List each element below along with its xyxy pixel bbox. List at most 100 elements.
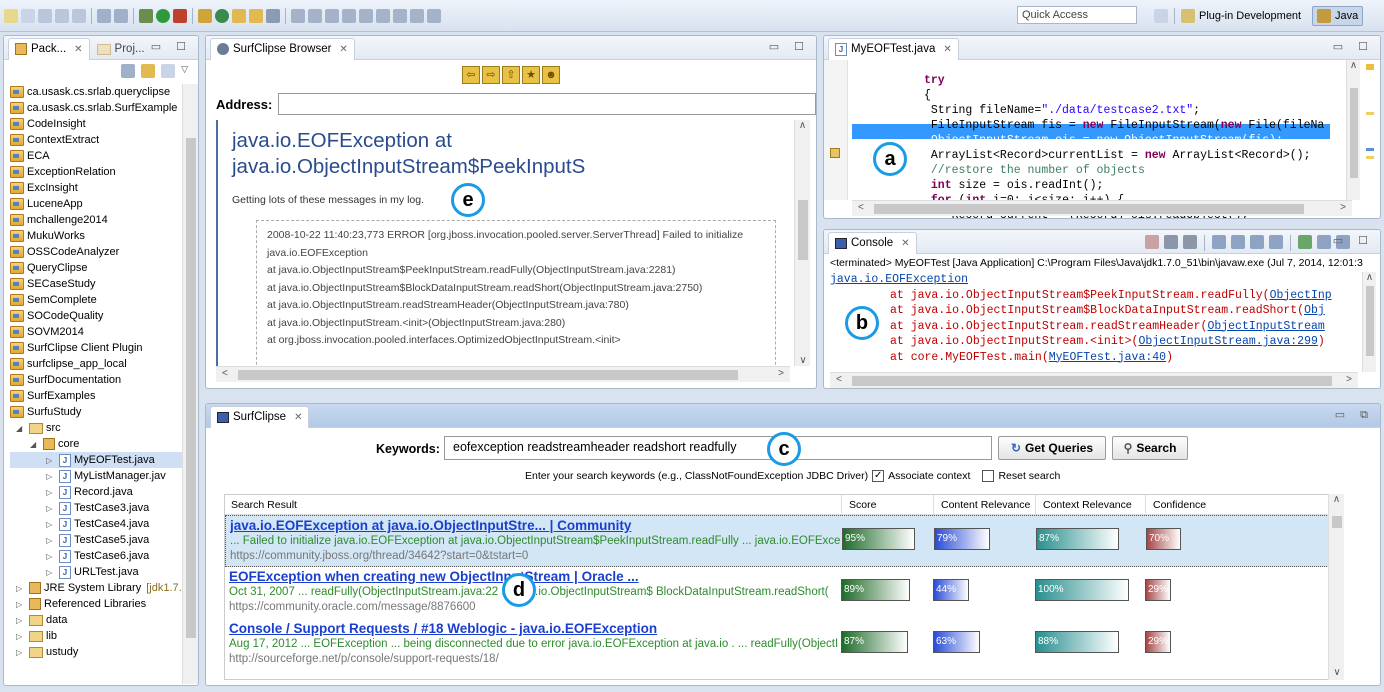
minimize-restore-icon[interactable]: ▭ ⧉ bbox=[1335, 408, 1374, 422]
java-file[interactable]: ▷ J MyEOFTest.java bbox=[10, 452, 198, 468]
expand-icon[interactable]: ▷ bbox=[16, 600, 26, 609]
scroll-right-icon[interactable]: > bbox=[1346, 374, 1352, 385]
tab-myeoftest-java[interactable]: J MyEOFTest.java ✕ bbox=[828, 37, 959, 60]
frame-link[interactable]: ObjectInputStream.java:299 bbox=[1138, 335, 1317, 348]
scroll-up-icon[interactable]: ∧ bbox=[795, 120, 810, 131]
open-type-icon[interactable] bbox=[232, 9, 246, 23]
search-button[interactable]: ⚲ Search bbox=[1112, 436, 1188, 460]
tab-surfclipse[interactable]: SurfClipse ✕ bbox=[210, 405, 310, 428]
jre-library[interactable]: ▷ JRE System Library [jdk1.7. bbox=[10, 580, 198, 596]
core-package[interactable]: ◢ core bbox=[10, 436, 198, 452]
expand-icon[interactable]: ▷ bbox=[16, 632, 26, 641]
java-file[interactable]: ▷ J TestCase5.java bbox=[10, 532, 198, 548]
browser-vscroll[interactable]: ∧ ∨ bbox=[794, 120, 810, 366]
next-annotation-icon[interactable] bbox=[359, 9, 373, 23]
search-icon[interactable] bbox=[266, 9, 280, 23]
frame-link[interactable]: ObjectInp bbox=[1270, 289, 1332, 302]
tab-project-explorer[interactable]: Proj... bbox=[90, 38, 152, 60]
expand-icon[interactable]: ▷ bbox=[46, 536, 56, 545]
smiley-icon[interactable]: ☻ bbox=[542, 66, 560, 84]
bookmark-icon[interactable]: ★ bbox=[522, 66, 540, 84]
show-stderr-icon[interactable] bbox=[1269, 235, 1283, 249]
back-icon[interactable]: ⇦ bbox=[462, 66, 480, 84]
view-menu-icon[interactable]: ▽ bbox=[181, 64, 188, 80]
java-file[interactable]: ▷ J MyListManager.jav bbox=[10, 468, 198, 484]
tab-surfclipse-browser[interactable]: SurfClipse Browser ✕ bbox=[210, 37, 355, 60]
project-item[interactable]: ExceptionRelation bbox=[10, 164, 198, 180]
referenced-libraries[interactable]: ▷ Referenced Libraries bbox=[10, 596, 198, 612]
terminate-icon[interactable] bbox=[1145, 235, 1159, 249]
project-item[interactable]: SECaseStudy bbox=[10, 276, 198, 292]
src-folder[interactable]: ◢ src bbox=[10, 420, 198, 436]
open-task-icon[interactable] bbox=[249, 9, 263, 23]
save-icon[interactable] bbox=[38, 9, 52, 23]
project-item[interactable]: surfclipse_app_local bbox=[10, 356, 198, 372]
keywords-input[interactable]: eofexception readstreamheader readshort … bbox=[444, 436, 992, 460]
scroll-down-icon[interactable]: ∨ bbox=[795, 355, 811, 366]
code-area[interactable]: try { String fileName="./data/testcase2.… bbox=[924, 58, 1324, 218]
result-row[interactable]: java.io.EOFException at java.io.ObjectIn… bbox=[225, 515, 1343, 567]
scrollbar-thumb[interactable] bbox=[1332, 516, 1342, 528]
clear-console-icon[interactable] bbox=[1212, 235, 1226, 249]
perspective-java[interactable]: Java bbox=[1312, 6, 1364, 26]
console-output[interactable]: java.io.EOFException at java.io.ObjectInp… bbox=[830, 272, 1350, 365]
remove-launch-icon[interactable] bbox=[1164, 235, 1178, 249]
result-title-link[interactable]: Console / Support Requests / #18 Weblogi… bbox=[229, 621, 845, 636]
editor-hscroll[interactable]: < > bbox=[852, 200, 1352, 216]
browser-hscroll[interactable]: < > bbox=[216, 366, 790, 382]
project-item[interactable]: OSSCodeAnalyzer bbox=[10, 244, 198, 260]
forward-icon[interactable]: ⇨ bbox=[482, 66, 500, 84]
minimize-maximize-icon[interactable]: ▭ ☐ bbox=[151, 40, 192, 53]
java-file[interactable]: ▷ J URLTest.java bbox=[10, 564, 198, 580]
scroll-lock-icon[interactable] bbox=[1231, 235, 1245, 249]
result-row[interactable]: Console / Support Requests / #18 Weblogi… bbox=[225, 619, 1343, 671]
save-all-icon[interactable] bbox=[55, 9, 69, 23]
open-perspective-icon[interactable] bbox=[1154, 9, 1168, 23]
scrollbar-thumb[interactable] bbox=[852, 376, 1332, 386]
link-editor-icon[interactable] bbox=[141, 64, 156, 78]
result-row[interactable]: EOFException when creating new ObjectInp… bbox=[225, 567, 1343, 619]
scroll-up-icon[interactable]: ∧ bbox=[1363, 272, 1376, 283]
project-item[interactable]: SurfuStudy bbox=[10, 404, 198, 420]
expand-icon[interactable]: ▷ bbox=[16, 584, 26, 593]
project-item[interactable]: ca.usask.cs.srlab.queryclipse bbox=[10, 84, 198, 100]
project-item[interactable]: SOCodeQuality bbox=[10, 308, 198, 324]
scrollbar-thumb[interactable] bbox=[1350, 88, 1358, 178]
column-header[interactable]: Search Result bbox=[231, 499, 297, 511]
scroll-left-icon[interactable]: < bbox=[858, 202, 864, 213]
folder-item[interactable]: ▷ data bbox=[10, 612, 198, 628]
result-title-link[interactable]: EOFException when creating new ObjectInp… bbox=[229, 569, 845, 584]
block-select-icon[interactable] bbox=[342, 9, 356, 23]
get-queries-button[interactable]: ↻ Get Queries bbox=[998, 436, 1106, 460]
run-icon[interactable] bbox=[156, 9, 170, 23]
new-class-icon[interactable] bbox=[215, 9, 229, 23]
results-vscroll[interactable]: ∧ ∨ bbox=[1328, 494, 1344, 680]
java-file[interactable]: ▷ J TestCase6.java bbox=[10, 548, 198, 564]
project-item[interactable]: SurfExamples bbox=[10, 388, 198, 404]
tab-package-explorer[interactable]: Pack... ✕ bbox=[8, 37, 90, 60]
forward-icon[interactable] bbox=[410, 9, 424, 23]
editor-vscroll[interactable]: ∧ bbox=[1346, 60, 1360, 200]
expand-icon[interactable]: ◢ bbox=[16, 424, 26, 433]
console-hscroll[interactable]: < > bbox=[830, 372, 1358, 388]
pin-editor-icon[interactable] bbox=[427, 9, 441, 23]
scrollbar-thumb[interactable] bbox=[238, 370, 738, 380]
expand-icon[interactable]: ▷ bbox=[46, 504, 56, 513]
binary-icon[interactable] bbox=[97, 9, 111, 23]
expand-icon[interactable]: ▷ bbox=[16, 616, 26, 625]
pin-console-icon[interactable] bbox=[1298, 235, 1312, 249]
scrollbar-thumb[interactable] bbox=[874, 204, 1304, 214]
scrollbar-thumb[interactable] bbox=[798, 200, 808, 260]
expand-icon[interactable]: ▷ bbox=[16, 648, 26, 657]
tab-console[interactable]: Console ✕ bbox=[828, 231, 917, 254]
column-header[interactable]: Content Relevance bbox=[941, 499, 1030, 511]
home-icon[interactable]: ⇧ bbox=[502, 66, 520, 84]
project-item[interactable]: QueryClipse bbox=[10, 260, 198, 276]
remove-all-icon[interactable] bbox=[1183, 235, 1197, 249]
project-item[interactable]: SurfClipse Client Plugin bbox=[10, 340, 198, 356]
project-item[interactable]: ContextExtract bbox=[10, 132, 198, 148]
close-icon[interactable]: ✕ bbox=[901, 238, 909, 249]
close-icon[interactable]: ✕ bbox=[74, 44, 82, 55]
minimize-maximize-icon[interactable]: ▭ ☐ bbox=[1333, 40, 1374, 53]
project-item[interactable]: MukuWorks bbox=[10, 228, 198, 244]
